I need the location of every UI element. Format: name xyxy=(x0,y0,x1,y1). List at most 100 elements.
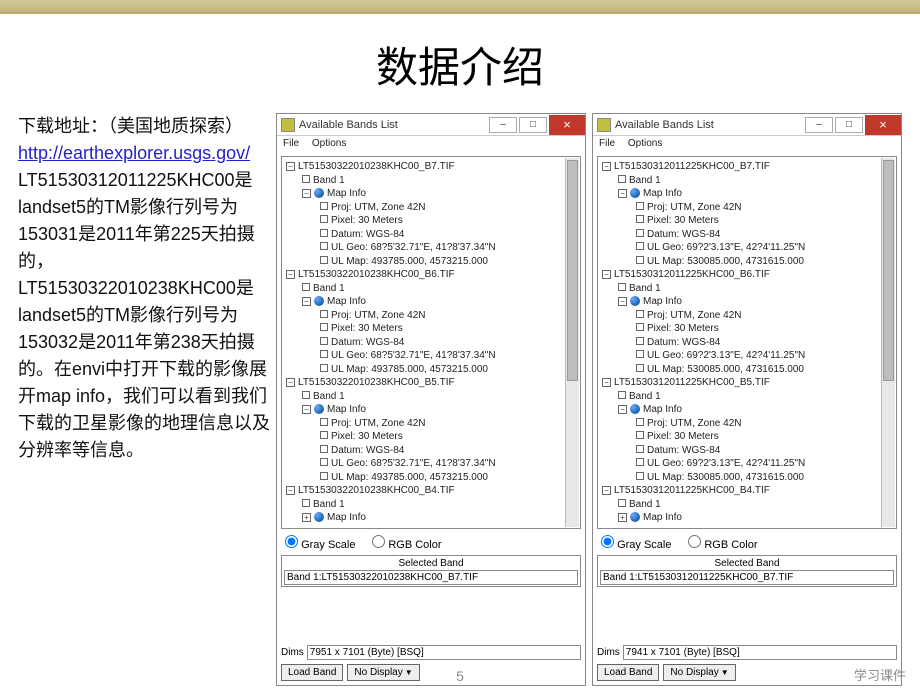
band-icon xyxy=(302,283,310,291)
scroll-thumb[interactable] xyxy=(567,160,578,381)
file-node[interactable]: LT51530322010238KHC00_B4.TIF xyxy=(298,485,455,496)
minus-icon[interactable]: − xyxy=(286,162,295,171)
pixel-value: Pixel: 30 Meters xyxy=(331,323,403,334)
maximize-button[interactable]: □ xyxy=(519,117,547,133)
item-icon xyxy=(636,229,644,237)
menu-file[interactable]: File xyxy=(599,138,615,149)
minus-icon[interactable]: − xyxy=(618,189,627,198)
footer-right: 学习课件 xyxy=(854,665,906,684)
minus-icon[interactable]: − xyxy=(302,189,311,198)
minus-icon[interactable]: − xyxy=(286,378,295,387)
file-node[interactable]: LT51530312011225KHC00_B6.TIF xyxy=(614,269,770,280)
minimize-button[interactable]: – xyxy=(489,117,517,133)
band-label[interactable]: Band 1 xyxy=(313,499,345,510)
gray-scale-radio[interactable]: Gray Scale xyxy=(601,539,671,551)
minus-icon[interactable]: − xyxy=(302,405,311,414)
item-icon xyxy=(636,310,644,318)
ulgeo-value: UL Geo: 68?5'32.71"E, 41?8'37.34"N xyxy=(331,350,496,361)
mapinfo-label[interactable]: Map Info xyxy=(643,512,682,523)
file-node[interactable]: LT51530322010238KHC00_B5.TIF xyxy=(298,377,455,388)
bands-tree[interactable]: −LT51530312011225KHC00_B7.TIF Band 1 −Ma… xyxy=(597,156,897,529)
load-band-button[interactable]: Load Band xyxy=(281,664,343,681)
minus-icon[interactable]: − xyxy=(602,486,611,495)
band-label[interactable]: Band 1 xyxy=(629,283,661,294)
band-label[interactable]: Band 1 xyxy=(629,175,661,186)
file-node[interactable]: LT51530312011225KHC00_B7.TIF xyxy=(614,161,770,172)
mapinfo-label[interactable]: Map Info xyxy=(327,512,366,523)
minus-icon[interactable]: − xyxy=(286,270,295,279)
proj-value: Proj: UTM, Zone 42N xyxy=(331,310,425,321)
pixel-value: Pixel: 30 Meters xyxy=(647,323,719,334)
item-icon xyxy=(636,350,644,358)
item-icon xyxy=(320,418,328,426)
window-title: Available Bands List xyxy=(299,119,487,131)
menu-file[interactable]: File xyxy=(283,138,299,149)
globe-icon xyxy=(314,512,324,522)
minus-icon[interactable]: − xyxy=(602,378,611,387)
band-label[interactable]: Band 1 xyxy=(313,391,345,402)
maximize-button[interactable]: □ xyxy=(835,117,863,133)
mapinfo-label[interactable]: Map Info xyxy=(327,188,366,199)
item-icon xyxy=(320,337,328,345)
load-band-button[interactable]: Load Band xyxy=(597,664,659,681)
minus-icon[interactable]: − xyxy=(602,270,611,279)
mapinfo-label[interactable]: Map Info xyxy=(643,404,682,415)
globe-icon xyxy=(630,296,640,306)
mapinfo-label[interactable]: Map Info xyxy=(327,404,366,415)
plus-icon[interactable]: + xyxy=(302,513,311,522)
file-node[interactable]: LT51530312011225KHC00_B5.TIF xyxy=(614,377,770,388)
ulmap-value: UL Map: 530085.000, 4731615.000 xyxy=(647,472,804,483)
menu-options[interactable]: Options xyxy=(628,138,662,149)
close-button[interactable]: × xyxy=(549,115,585,135)
plus-icon[interactable]: + xyxy=(618,513,627,522)
mapinfo-label[interactable]: Map Info xyxy=(643,296,682,307)
selected-band-field[interactable] xyxy=(284,570,578,585)
minus-icon[interactable]: − xyxy=(618,297,627,306)
app-icon xyxy=(597,118,611,132)
file-node[interactable]: LT51530322010238KHC00_B6.TIF xyxy=(298,269,455,280)
band-label[interactable]: Band 1 xyxy=(629,499,661,510)
minus-icon[interactable]: − xyxy=(286,486,295,495)
band-label[interactable]: Band 1 xyxy=(313,283,345,294)
item-icon xyxy=(636,202,644,210)
globe-icon xyxy=(314,296,324,306)
item-icon xyxy=(320,310,328,318)
rgb-color-radio[interactable]: RGB Color xyxy=(372,539,441,551)
menu-options[interactable]: Options xyxy=(312,138,346,149)
item-icon xyxy=(636,215,644,223)
scrollbar[interactable] xyxy=(881,158,895,527)
no-display-button[interactable]: No Display▼ xyxy=(663,664,735,681)
minimize-button[interactable]: – xyxy=(805,117,833,133)
band-label[interactable]: Band 1 xyxy=(313,175,345,186)
selected-band-label: Selected Band xyxy=(600,557,894,570)
scrollbar[interactable] xyxy=(565,158,579,527)
no-display-button[interactable]: No Display▼ xyxy=(347,664,419,681)
minus-icon[interactable]: − xyxy=(602,162,611,171)
rgb-color-radio[interactable]: RGB Color xyxy=(688,539,757,551)
spacer xyxy=(277,587,585,645)
download-url-link[interactable]: http://earthexplorer.usgs.gov/ xyxy=(18,143,250,163)
mapinfo-label[interactable]: Map Info xyxy=(327,296,366,307)
pixel-value: Pixel: 30 Meters xyxy=(647,215,719,226)
scroll-thumb[interactable] xyxy=(883,160,894,381)
file-node[interactable]: LT51530312011225KHC00_B4.TIF xyxy=(614,485,770,496)
minus-icon[interactable]: − xyxy=(618,405,627,414)
close-button[interactable]: × xyxy=(865,115,901,135)
selected-band-box: Selected Band xyxy=(597,555,897,587)
mapinfo-label[interactable]: Map Info xyxy=(643,188,682,199)
band-icon xyxy=(302,499,310,507)
band-label[interactable]: Band 1 xyxy=(629,391,661,402)
window-title: Available Bands List xyxy=(615,119,803,131)
item-icon xyxy=(320,202,328,210)
band-icon xyxy=(302,391,310,399)
gray-scale-radio[interactable]: Gray Scale xyxy=(285,539,355,551)
band-icon xyxy=(618,391,626,399)
item-icon xyxy=(636,364,644,372)
file-node[interactable]: LT51530322010238KHC00_B7.TIF xyxy=(298,161,455,172)
item-icon xyxy=(320,215,328,223)
globe-icon xyxy=(630,512,640,522)
ulmap-value: UL Map: 493785.000, 4573215.000 xyxy=(331,256,488,267)
minus-icon[interactable]: − xyxy=(302,297,311,306)
selected-band-field[interactable] xyxy=(600,570,894,585)
bands-tree[interactable]: −LT51530322010238KHC00_B7.TIF Band 1 −Ma… xyxy=(281,156,581,529)
